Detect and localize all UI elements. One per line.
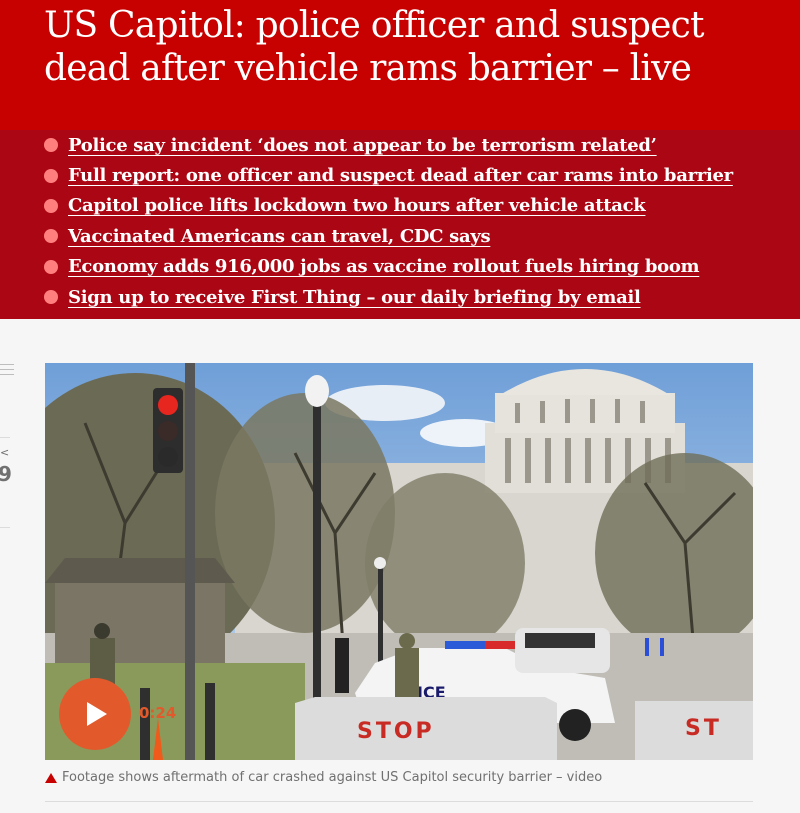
key-event-link[interactable]: Capitol police lifts lockdown two hours …: [68, 195, 646, 216]
header-band: US Capitol: police officer and suspect d…: [0, 0, 800, 135]
bullet-dot-icon: [44, 229, 58, 244]
bullet-dot-icon: [44, 198, 58, 213]
key-event-link[interactable]: Economy adds 916,000 jobs as vaccine rol…: [68, 256, 700, 277]
key-events-list: Police say incident ‘does not appear to …: [0, 130, 800, 319]
list-item: Police say incident ‘does not appear to …: [44, 130, 733, 160]
video-thumbnail: ICE STOP ST: [45, 363, 753, 760]
stop-sign-text: STOP: [357, 719, 435, 744]
video-player[interactable]: ICE STOP ST 0:24: [45, 363, 753, 760]
bullet-dot-icon: [44, 259, 58, 274]
newsletter-signup-link[interactable]: Sign up to receive First Thing – our dai…: [68, 287, 641, 308]
share-icon[interactable]: <: [0, 446, 9, 459]
key-event-link[interactable]: Vaccinated Americans can travel, CDC say…: [68, 226, 491, 247]
video-duration: 0:24: [139, 704, 177, 722]
key-event-link[interactable]: Police say incident ‘does not appear to …: [68, 135, 657, 156]
list-item: Full report: one officer and suspect dea…: [44, 160, 733, 190]
list-item: Economy adds 916,000 jobs as vaccine rol…: [44, 252, 733, 282]
caption-text: Footage shows aftermath of car crashed a…: [62, 770, 603, 785]
menu-icon[interactable]: [0, 360, 14, 380]
bullet-dot-icon: [44, 138, 58, 153]
list-item: Vaccinated Americans can travel, CDC say…: [44, 221, 733, 251]
list-item: Capitol police lifts lockdown two hours …: [44, 191, 733, 221]
list-item: Sign up to receive First Thing – our dai…: [44, 282, 733, 312]
divider: [0, 437, 10, 438]
divider: [45, 801, 753, 802]
stop-sign-text: ST: [685, 716, 722, 741]
share-count: 9: [0, 462, 12, 486]
play-button[interactable]: [59, 678, 131, 750]
page-title: US Capitol: police officer and suspect d…: [44, 5, 705, 89]
key-event-link[interactable]: Full report: one officer and suspect dea…: [68, 165, 733, 186]
video-caption: Footage shows aftermath of car crashed a…: [45, 770, 602, 785]
bullet-dot-icon: [44, 168, 58, 183]
divider: [0, 527, 10, 528]
bullet-dot-icon: [44, 290, 58, 305]
video-triangle-icon: [45, 772, 57, 783]
play-icon: [87, 702, 107, 726]
